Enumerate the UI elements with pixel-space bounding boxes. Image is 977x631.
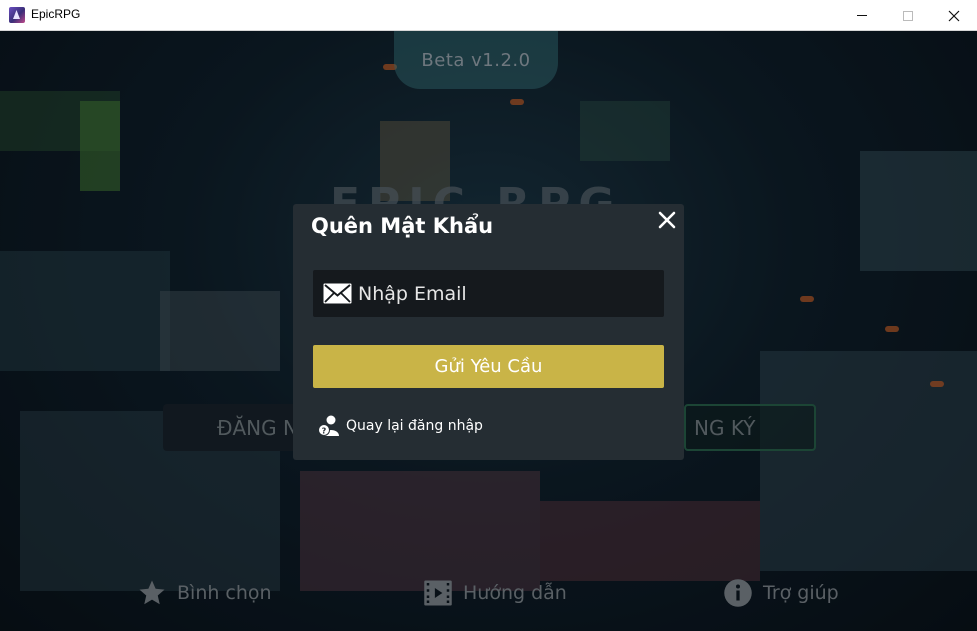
window-titlebar: EpicRPG <box>0 0 977 31</box>
user-question-icon: ? <box>318 415 339 436</box>
back-to-login-label: Quay lại đăng nhập <box>346 418 483 434</box>
email-input[interactable] <box>358 282 648 305</box>
app-icon <box>9 7 25 23</box>
forgot-password-dialog: Quên Mật Khẩu Gửi Yêu Cầu ? Quay lại đăn… <box>293 204 684 460</box>
close-window-button[interactable] <box>931 0 977 31</box>
send-request-button[interactable]: Gửi Yêu Cầu <box>313 345 664 388</box>
close-icon <box>948 10 960 21</box>
window-title: EpicRPG <box>31 7 81 21</box>
email-field[interactable] <box>313 270 664 317</box>
send-request-label: Gửi Yêu Cầu <box>434 356 543 377</box>
minimize-icon <box>857 15 867 16</box>
envelope-icon <box>323 283 352 304</box>
close-icon <box>658 211 676 229</box>
dialog-close-button[interactable] <box>655 208 679 232</box>
maximize-icon <box>903 10 913 21</box>
minimize-button[interactable] <box>839 0 885 31</box>
maximize-button[interactable] <box>885 0 931 31</box>
back-to-login-link[interactable]: ? Quay lại đăng nhập <box>317 414 483 438</box>
svg-text:?: ? <box>322 426 327 435</box>
dialog-title: Quên Mật Khẩu <box>311 214 494 238</box>
